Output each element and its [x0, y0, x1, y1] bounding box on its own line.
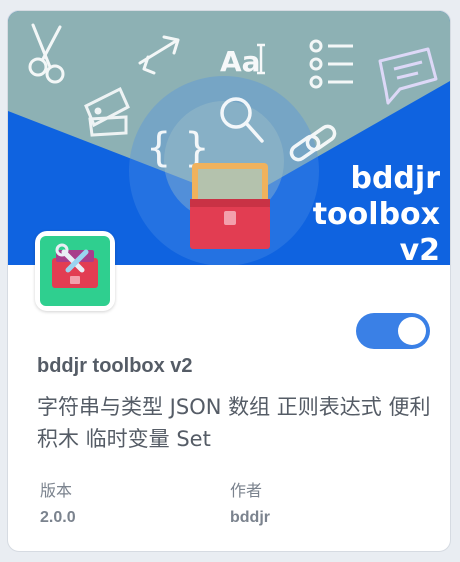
enable-toggle[interactable]: [356, 313, 430, 349]
toolbox-app-icon: [40, 236, 110, 306]
extension-banner: Aa {} bddjr toolbox v2: [8, 11, 450, 265]
author-value: bddjr: [230, 509, 270, 526]
banner-title-line-3: v2: [399, 233, 440, 265]
font-size-icon: Aa: [220, 43, 265, 78]
extension-name: bddjr toolbox v2: [37, 355, 193, 377]
toggle-knob: [398, 317, 426, 345]
banner-title: bddjr toolbox v2: [313, 161, 440, 265]
svg-text:Aa: Aa: [220, 45, 261, 78]
banner-title-line-1: bddjr: [350, 161, 440, 196]
version-value: 2.0.0: [40, 509, 76, 526]
banner-title-line-2: toolbox: [312, 197, 440, 232]
extension-description: 字符串与类型 JSON 数组 正则表达式 便利积木 临时变量 Set: [37, 395, 431, 451]
toolbox-chest-icon: [190, 163, 270, 249]
author-label: 作者: [230, 481, 263, 500]
extension-card[interactable]: Aa {} bddjr toolbox v2 bddjr toolbox v2…: [7, 10, 451, 552]
extension-icon: [35, 231, 115, 311]
version-label: 版本: [40, 481, 73, 500]
